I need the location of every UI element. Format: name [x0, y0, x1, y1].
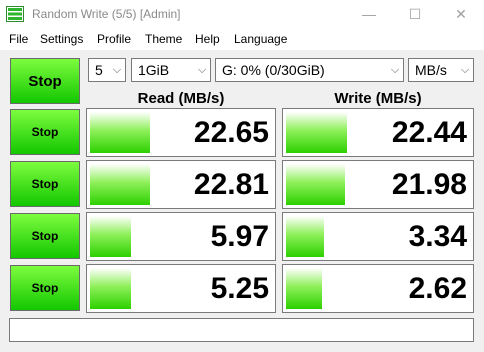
window-title: Random Write (5/5) [Admin]	[32, 7, 181, 21]
unit-select[interactable]: MB/s ⌵	[408, 58, 474, 82]
close-button[interactable]: ✕	[438, 0, 484, 28]
stop-all-button[interactable]: Stop	[10, 58, 80, 104]
read-bar	[90, 164, 151, 205]
read-result-row-1: 22.65	[86, 108, 276, 157]
menu-language[interactable]: Language	[234, 32, 287, 46]
comment-field[interactable]	[9, 318, 474, 342]
menu-profile[interactable]: Profile	[97, 32, 131, 46]
menu-settings[interactable]: Settings	[40, 32, 83, 46]
chevron-down-icon: ⌵	[390, 63, 400, 76]
write-result-row-1: 22.44	[282, 108, 474, 157]
write-header: Write (MB/s)	[334, 90, 422, 107]
write-value: 21.98	[391, 168, 467, 201]
read-bar	[90, 216, 132, 257]
drive-value: G: 0% (0/30GiB)	[222, 62, 325, 78]
chevron-down-icon: ⌵	[197, 63, 207, 76]
write-bar	[286, 112, 347, 153]
menu-bar: File Settings Profile Theme Help Languag…	[0, 29, 484, 49]
read-result-row-4: 5.25	[86, 264, 276, 313]
read-bar	[90, 112, 151, 153]
test-size-value: 1GiB	[138, 62, 170, 78]
drive-select[interactable]: G: 0% (0/30GiB) ⌵	[215, 58, 404, 82]
stop-button-row-4[interactable]: Stop	[10, 265, 80, 311]
menu-theme[interactable]: Theme	[145, 32, 182, 46]
write-result-row-3: 3.34	[282, 212, 474, 261]
write-result-row-4: 2.62	[282, 264, 474, 313]
read-result-row-2: 22.81	[86, 160, 276, 209]
write-value: 22.44	[391, 116, 467, 149]
chevron-down-icon: ⌵	[460, 63, 470, 76]
title-bar[interactable]: Random Write (5/5) [Admin] — ☐ ✕	[0, 0, 484, 28]
write-result-row-2: 21.98	[282, 160, 474, 209]
minimize-button[interactable]: —	[346, 0, 392, 28]
read-value: 5.97	[210, 220, 269, 253]
read-bar	[90, 268, 132, 309]
unit-value: MB/s	[415, 62, 447, 78]
chevron-down-icon: ⌵	[112, 63, 122, 76]
test-count-value: 5	[95, 62, 103, 78]
write-bar	[286, 268, 323, 309]
maximize-button[interactable]: ☐	[392, 0, 438, 28]
app-icon	[6, 6, 24, 22]
stop-button-row-1[interactable]: Stop	[10, 109, 80, 155]
menu-help[interactable]: Help	[195, 32, 220, 46]
menu-file[interactable]: File	[9, 32, 28, 46]
read-value: 22.65	[193, 116, 269, 149]
test-count-select[interactable]: 5 ⌵	[88, 58, 126, 82]
write-value: 3.34	[408, 220, 467, 253]
read-header: Read (MB/s)	[137, 90, 225, 107]
write-value: 2.62	[408, 272, 467, 305]
stop-button-row-2[interactable]: Stop	[10, 161, 80, 207]
test-size-select[interactable]: 1GiB ⌵	[131, 58, 211, 82]
read-result-row-3: 5.97	[86, 212, 276, 261]
write-bar	[286, 216, 324, 257]
stop-button-row-3[interactable]: Stop	[10, 213, 80, 259]
read-value: 5.25	[210, 272, 269, 305]
write-bar	[286, 164, 345, 205]
read-value: 22.81	[193, 168, 269, 201]
